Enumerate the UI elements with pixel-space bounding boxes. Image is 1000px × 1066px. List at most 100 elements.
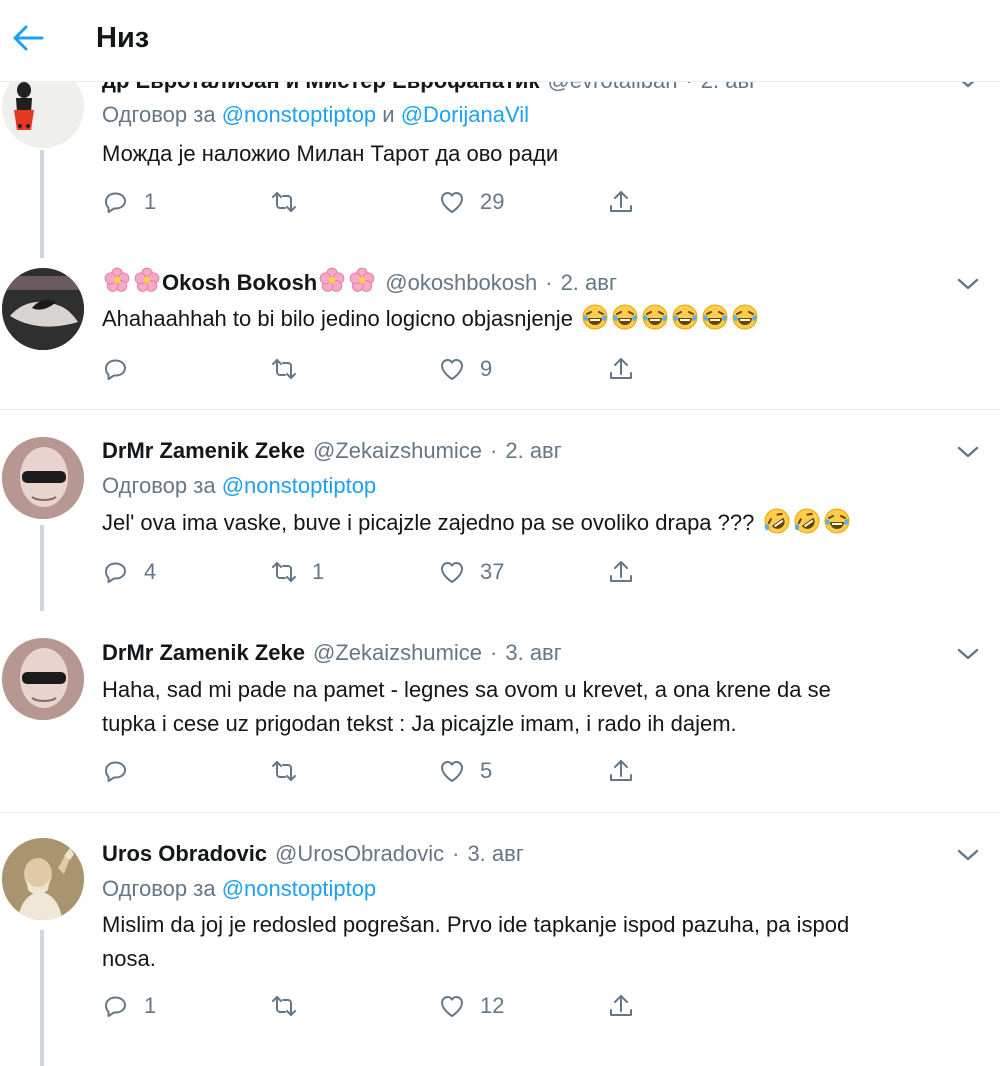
user-handle[interactable]: @UrosObradovic (275, 841, 444, 867)
like-button[interactable]: 12 (438, 988, 504, 1024)
retweet-button[interactable] (270, 988, 312, 1024)
tweet-text-content: Jel' ova ima vaske, buve i picajzle zaje… (102, 510, 755, 535)
like-button[interactable]: 29 (438, 184, 504, 220)
tweet-menu-button[interactable] (954, 841, 982, 869)
tweet-menu-button[interactable] (954, 270, 982, 298)
rolling-on-floor-laughing-icon (788, 503, 825, 545)
tweet-item[interactable]: Okosh Bokosh @okoshbokosh · 2. авг Ahaha… (0, 260, 1000, 410)
separator-dot: · (545, 270, 553, 295)
thread-line (40, 525, 44, 611)
speech-bubble-icon (105, 359, 126, 380)
share-button[interactable] (607, 184, 635, 220)
tweet-date[interactable]: 2. авг (561, 270, 617, 296)
tweet-menu-button[interactable] (954, 438, 982, 466)
reply-button[interactable]: 4 (102, 554, 156, 590)
speech-bubble-icon (105, 996, 126, 1017)
retweet-button[interactable] (270, 351, 312, 387)
thread-header: Низ (0, 0, 1000, 82)
share-button[interactable] (607, 753, 635, 789)
separator-dot: · (490, 640, 498, 665)
upload-arrow-icon (610, 561, 632, 582)
retweet-count: 1 (312, 559, 325, 584)
arrow-left-icon (13, 25, 44, 51)
cherry-blossom-icon (349, 267, 375, 299)
mention-link[interactable]: @nonstoptiptop (222, 473, 376, 498)
reply-context: Одговор за @nonstoptiptop (102, 876, 376, 902)
retweet-button[interactable] (270, 184, 312, 220)
face-with-tears-of-joy-icon (671, 303, 699, 341)
user-name[interactable]: DrMr Zamenik Zeke (102, 640, 305, 666)
tweet-actions: 1 12 (102, 988, 662, 1024)
like-count: 29 (480, 189, 505, 214)
share-button[interactable] (607, 351, 635, 387)
chevron-down-icon (957, 278, 979, 290)
tweet-date[interactable]: 3. авг (467, 841, 523, 867)
tweet-actions: 9 (102, 351, 662, 387)
tweet-text: Можда је наложио Милан Тарот да ово ради (102, 141, 559, 166)
user-handle[interactable]: @okoshbokosh (385, 270, 537, 296)
cherry-blossom-icon (319, 267, 345, 299)
retweet-button[interactable] (270, 753, 312, 789)
tweet-text-line: tupka i cese uz prigodan tekst : Ja pica… (102, 711, 737, 736)
avatar[interactable] (2, 638, 84, 720)
user-name[interactable]: Okosh Bokosh (162, 270, 317, 296)
back-button[interactable] (8, 18, 48, 58)
tweet-date[interactable]: 2. авг (505, 438, 561, 464)
cherry-blossom-icon (104, 267, 130, 299)
tweet-item[interactable]: DrMr Zamenik Zeke @Zekaizshumice · 3. ав… (0, 611, 1000, 813)
mention-link[interactable]: @DorijanaVil (401, 102, 529, 127)
retweet-arrows-icon (272, 359, 296, 379)
reply-button[interactable] (102, 753, 144, 789)
face-with-tears-of-joy-icon (731, 303, 759, 341)
page-title: Низ (96, 22, 150, 54)
tweet-text: Ahahaahhah to bi bilo jedino logicno obj… (102, 302, 982, 341)
reply-joiner: и (382, 102, 395, 127)
tweet-actions: 1 29 (102, 184, 662, 220)
tweet-item[interactable]: DrMr Zamenik Zeke @Zekaizshumice · 2. ав… (0, 411, 1000, 611)
user-handle[interactable]: @Zekaizshumice (313, 438, 482, 464)
user-name[interactable]: Uros Obradovic (102, 841, 267, 867)
cherry-blossom-icon (134, 267, 160, 299)
upload-arrow-icon (610, 191, 632, 212)
like-button[interactable]: 9 (438, 351, 492, 387)
reply-button[interactable] (102, 351, 144, 387)
tweet-item[interactable]: Uros Obradovic @UrosObradovic · 3. авг О… (0, 814, 1000, 1066)
face-with-tears-of-joy-icon (641, 303, 669, 341)
retweet-arrows-icon (272, 996, 296, 1016)
tweet-text: Mislim da joj je redosled pogrešan. Prvo… (102, 908, 982, 976)
face-with-tears-of-joy-icon (701, 303, 729, 341)
tweet-header: DrMr Zamenik Zeke @Zekaizshumice · 3. ав… (102, 638, 562, 668)
retweet-button[interactable]: 1 (270, 554, 324, 590)
speech-bubble-icon (105, 562, 126, 583)
tweet-header: DrMr Zamenik Zeke @Zekaizshumice · 2. ав… (102, 436, 562, 466)
separator-dot: · (452, 841, 460, 866)
share-button[interactable] (607, 554, 635, 590)
avatar[interactable] (2, 268, 84, 350)
heart-icon (441, 359, 463, 380)
tweet-item[interactable]: др Евроталибан и Мистер Еврофанатик @evr… (0, 60, 1000, 260)
like-count: 12 (480, 993, 505, 1018)
like-count: 37 (480, 559, 505, 584)
avatar[interactable] (2, 437, 84, 519)
tweet-actions: 4 1 37 (102, 554, 662, 590)
mention-link[interactable]: @nonstoptiptop (222, 102, 376, 127)
upload-arrow-icon (610, 358, 632, 379)
upload-arrow-icon (610, 995, 632, 1016)
chevron-down-icon (957, 849, 979, 861)
tweet-date[interactable]: 3. авг (505, 640, 561, 666)
reply-button[interactable]: 1 (102, 988, 156, 1024)
tweet-text-line: Haha, sad mi pade na pamet - legnes sa o… (102, 677, 831, 702)
mention-link[interactable]: @nonstoptiptop (222, 876, 376, 901)
retweet-arrows-icon (272, 761, 296, 781)
reply-label: Одговор за (102, 473, 216, 498)
user-name[interactable]: DrMr Zamenik Zeke (102, 438, 305, 464)
reply-button[interactable]: 1 (102, 184, 156, 220)
tweet-menu-button[interactable] (954, 640, 982, 668)
like-button[interactable]: 37 (438, 554, 504, 590)
share-button[interactable] (607, 988, 635, 1024)
tweet-text-line: nosa. (102, 946, 156, 971)
user-handle[interactable]: @Zekaizshumice (313, 640, 482, 666)
avatar[interactable] (2, 838, 84, 920)
upload-arrow-icon (610, 760, 632, 781)
like-button[interactable]: 5 (438, 753, 492, 789)
